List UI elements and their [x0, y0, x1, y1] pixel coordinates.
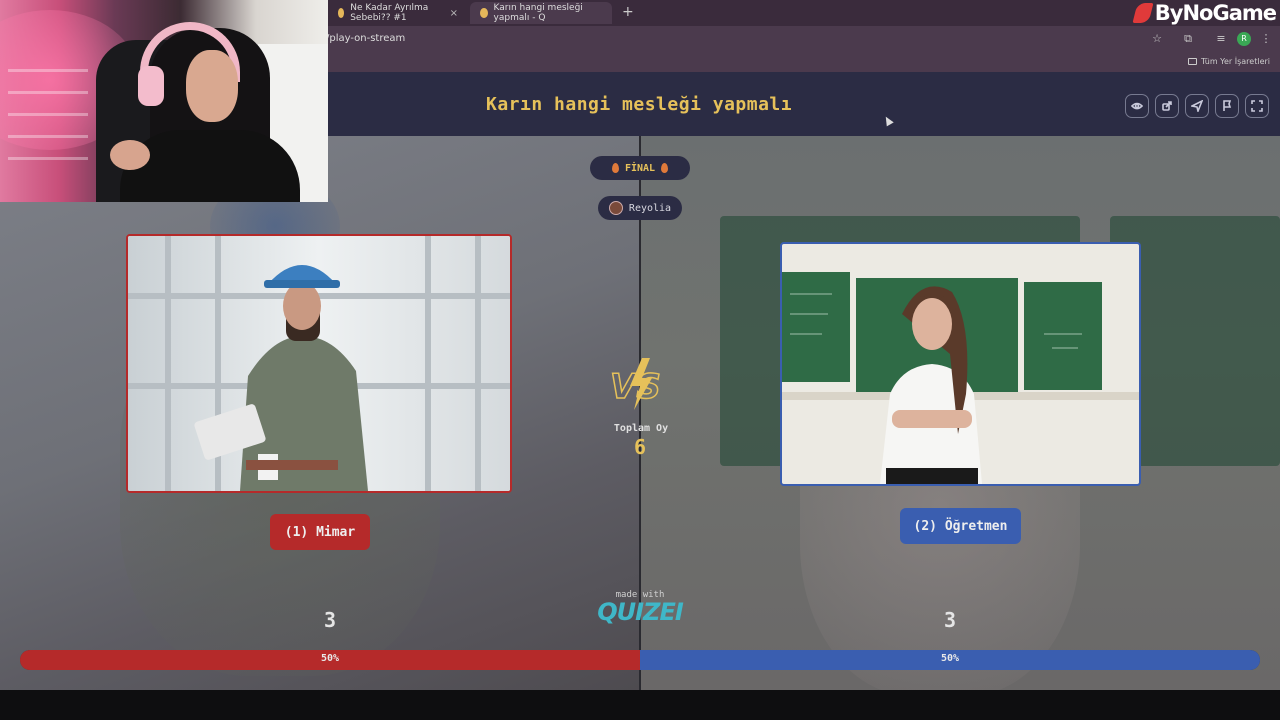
browser-menu-icon[interactable]: ⋮ [1259, 32, 1273, 46]
media-icon[interactable]: ≡ [1214, 32, 1228, 46]
browser-tab-1[interactable]: Ne Kadar Ayrılma Sebebi?? #1 × [328, 2, 468, 24]
vote-progress-bar: 50% 50% [20, 650, 1260, 670]
vs-label: VS [610, 367, 661, 407]
bookmark-star-icon[interactable]: ☆ [1150, 32, 1164, 46]
tab-close-icon[interactable]: × [450, 8, 458, 19]
flag-button[interactable] [1215, 94, 1239, 118]
option-1-percent: 50% [320, 653, 340, 664]
quiz-title: Karın hangi mesleği yapmalı [486, 94, 793, 115]
eye-button[interactable] [1125, 94, 1149, 118]
tab-favicon-icon [480, 8, 488, 18]
total-votes-value: 6 [633, 435, 647, 459]
share-icon [1162, 101, 1172, 111]
quizei-logo: QUIZEI [597, 598, 684, 626]
avatar [608, 201, 623, 215]
share-button[interactable] [1155, 94, 1179, 118]
tab-title: Karın hangi mesleği yapmalı - Q [493, 3, 583, 23]
bynogame-wordmark: ByNoGame [1154, 1, 1277, 25]
eye-icon [1131, 102, 1143, 110]
url-input[interactable]: /play-on-stream [326, 33, 405, 44]
bynogame-logo-icon [1132, 3, 1154, 23]
flag-icon [1223, 100, 1232, 111]
teacher-photo [782, 244, 1139, 484]
bottom-letterbox [0, 690, 1280, 720]
extensions-icon[interactable]: ⧉ [1181, 32, 1195, 46]
fullscreen-icon [1251, 100, 1263, 112]
option-2-button[interactable]: (2) Öğretmen [900, 508, 1021, 544]
vs-icon: VS [609, 358, 662, 410]
streamer-name: Reyolia [628, 202, 672, 214]
all-bookmarks-button[interactable]: Tüm Yer İşaretleri [1187, 57, 1270, 66]
flame-icon [661, 163, 669, 173]
all-bookmarks-label: Tüm Yer İşaretleri [1200, 57, 1270, 66]
option-1-vote-count: 3 [323, 608, 337, 632]
tab-title: Ne Kadar Ayrılma Sebebi?? #1 [350, 3, 429, 23]
send-button[interactable] [1185, 94, 1209, 118]
option-2-image[interactable] [780, 242, 1141, 486]
tab-favicon-icon [338, 8, 345, 18]
send-icon [1191, 100, 1203, 112]
profile-avatar[interactable]: R [1237, 32, 1251, 46]
round-badge: FİNAL [590, 156, 690, 180]
architect-photo [128, 236, 510, 491]
folder-icon [1187, 58, 1197, 65]
round-label: FİNAL [624, 162, 656, 174]
option-2-percent: 50% [940, 653, 960, 664]
total-votes-label: Toplam Oy [613, 423, 669, 434]
streamer-badge: Reyolia [598, 196, 682, 220]
flame-icon [611, 163, 619, 173]
webcam-overlay [0, 0, 328, 202]
fullscreen-button[interactable] [1245, 94, 1269, 118]
option-1-button[interactable]: (1) Mimar [270, 514, 370, 550]
option-2-vote-count: 3 [943, 608, 957, 632]
option-1-image[interactable] [126, 234, 512, 493]
vote-arena: FİNAL Reyolia (1) Mimar (2) Öğretmen VS … [0, 136, 1280, 690]
browser-tab-2-active[interactable]: Karın hangi mesleği yapmalı - Q [470, 2, 612, 24]
new-tab-icon[interactable]: + [622, 4, 634, 20]
bynogame-watermark: ByNoGame [1132, 0, 1277, 26]
